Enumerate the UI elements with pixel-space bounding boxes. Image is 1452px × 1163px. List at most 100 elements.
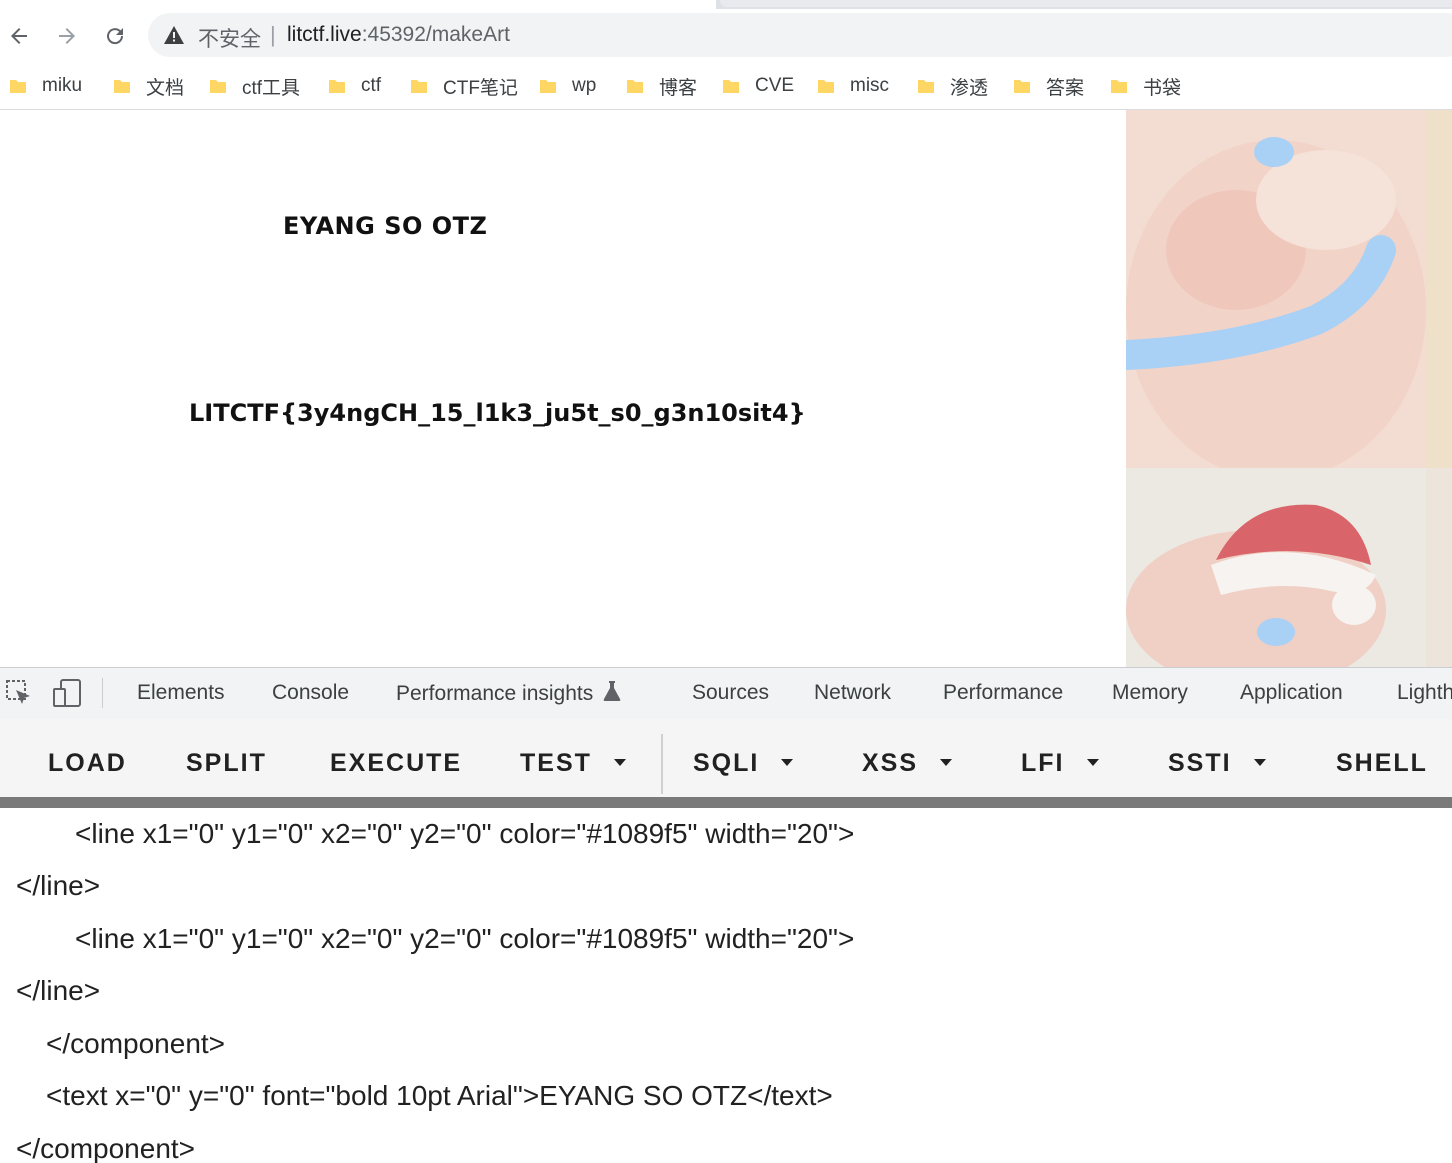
hackbar-divider [661, 734, 663, 794]
url-separator: | [270, 22, 276, 47]
tab-console[interactable]: Console [272, 681, 349, 705]
hackbar-toolbar: LOAD SPLIT EXECUTE TEST SQLI XSS LFI SST… [0, 719, 1452, 797]
back-button[interactable] [4, 21, 34, 51]
bookmark-folder[interactable]: wp [539, 72, 596, 100]
bookmark-folder[interactable]: ctf工具 [209, 72, 300, 100]
url-path: :45392/makeArt [361, 23, 510, 46]
dropdown-caret-icon [1086, 758, 1099, 766]
folder-icon [209, 77, 227, 95]
tab-performance[interactable]: Performance [943, 681, 1063, 705]
folder-icon [539, 77, 557, 95]
active-tab[interactable] [0, 0, 716, 9]
folder-icon [410, 77, 428, 95]
back-arrow-icon [11, 28, 27, 44]
reload-button[interactable] [100, 21, 130, 51]
folder-icon [1110, 77, 1128, 95]
folder-icon [917, 77, 935, 95]
bookmark-label: 渗透 [950, 77, 989, 99]
canvas-text-eyang: EYANG SO OTZ [283, 212, 488, 240]
address-bar[interactable]: 不安全 | litctf.live:45392/makeArt [148, 13, 1452, 57]
bookmark-folder[interactable]: 渗透 [917, 72, 988, 100]
bookmark-label: 文档 [146, 77, 185, 99]
bookmark-label: ctf [361, 75, 382, 96]
tab-performance-insights[interactable]: Performance insights [396, 681, 621, 706]
shell-button[interactable]: SHELL [1336, 749, 1428, 778]
inactive-tab[interactable] [720, 0, 1452, 7]
xss-button[interactable]: XSS [862, 749, 953, 778]
canvas-flag-text: LITCTF{3y4ngCH_15_l1k3_ju5t_s0_g3n10sit4… [189, 399, 806, 427]
tab-elements[interactable]: Elements [137, 681, 225, 705]
bookmark-folder[interactable]: CTF笔记 [410, 72, 518, 100]
folder-icon [328, 77, 346, 95]
split-button[interactable]: SPLIT [186, 749, 267, 778]
device-toolbar-icon[interactable] [52, 678, 82, 708]
folder-icon [722, 77, 740, 95]
bookmark-label: 书袋 [1143, 77, 1182, 99]
cat-photo-image [1126, 110, 1452, 667]
folder-icon [113, 77, 131, 95]
folder-icon [1013, 77, 1031, 95]
dropdown-caret-icon [781, 758, 794, 766]
ssti-button[interactable]: SSTI [1168, 749, 1266, 778]
sqli-button[interactable]: SQLI [693, 749, 794, 778]
tab-memory[interactable]: Memory [1112, 681, 1188, 705]
tab-network[interactable]: Network [814, 681, 891, 705]
dropdown-caret-icon [1253, 758, 1266, 766]
toolbar-divider [102, 678, 103, 708]
tab-strip [0, 0, 1452, 9]
xss-label: XSS [862, 749, 919, 777]
code-line: <line x1="0" y1="0" x2="0" y2="0" color=… [75, 818, 855, 849]
test-label: TEST [520, 749, 592, 777]
security-label[interactable]: 不安全 [198, 23, 261, 53]
page-content: EYANG SO OTZ LITCTF{3y4ngCH_15_l1k3_ju5t… [0, 110, 1452, 667]
flask-icon [603, 681, 621, 701]
bookmark-label: CVE [755, 75, 795, 96]
code-line: </component> [46, 1028, 226, 1059]
forward-arrow-icon [59, 28, 75, 44]
tab-application[interactable]: Application [1240, 681, 1343, 705]
bookmark-folder[interactable]: miku [9, 72, 82, 100]
url-text[interactable]: litctf.live:45392/makeArt [287, 23, 510, 47]
bookmarks-bar: miku 文档 ctf工具 ctf CTF笔记 wp 博客 CVE misc 渗… [0, 63, 1452, 110]
folder-icon [626, 77, 644, 95]
bookmark-label: CTF笔记 [443, 77, 518, 99]
request-body-editor[interactable]: <line x1="0" y1="0" x2="0" y2="0" color=… [0, 808, 1452, 1163]
code-line: <line x1="0" y1="0" x2="0" y2="0" color=… [75, 923, 855, 954]
execute-button[interactable]: EXECUTE [330, 749, 462, 778]
code-line: <text x="0" y="0" font="bold 10pt Arial"… [46, 1080, 833, 1111]
bookmark-label: wp [572, 75, 597, 96]
folder-icon [9, 77, 27, 95]
devtools-tabbar: Elements Console Performance insights So… [0, 667, 1452, 720]
url-host: litctf.live [287, 23, 362, 46]
tab-lighthouse[interactable]: Lighth [1397, 681, 1452, 705]
bookmark-folder[interactable]: misc [817, 72, 889, 100]
ssti-label: SSTI [1168, 749, 1232, 777]
test-button[interactable]: TEST [520, 749, 626, 778]
tab-sources[interactable]: Sources [692, 681, 769, 705]
bookmark-folder[interactable]: 答案 [1013, 72, 1084, 100]
reload-icon [107, 28, 124, 45]
bookmark-label: miku [42, 75, 83, 96]
bookmark-folder[interactable]: 文档 [113, 72, 184, 100]
bookmark-folder[interactable]: 书袋 [1110, 72, 1181, 100]
dropdown-caret-icon [940, 758, 953, 766]
code-line: </line> [16, 975, 101, 1006]
bookmark-folder[interactable]: CVE [722, 72, 794, 100]
tab-performance-insights-label: Performance insights [396, 682, 594, 705]
dropdown-caret-icon [613, 758, 626, 766]
folder-icon [817, 77, 835, 95]
browser-toolbar: 不安全 | litctf.live:45392/makeArt [0, 9, 1452, 63]
bookmark-folder[interactable]: 博客 [626, 72, 697, 100]
bookmark-label: misc [850, 75, 890, 96]
bookmark-label: 答案 [1046, 77, 1085, 99]
lfi-label: LFI [1021, 749, 1065, 777]
load-button[interactable]: LOAD [48, 749, 127, 778]
warning-icon[interactable] [164, 26, 184, 44]
inspect-element-icon[interactable] [6, 680, 32, 706]
lfi-button[interactable]: LFI [1021, 749, 1099, 778]
code-line: </component> [16, 1133, 196, 1163]
forward-button[interactable] [52, 21, 82, 51]
bookmark-label: ctf工具 [242, 77, 301, 99]
bookmark-folder[interactable]: ctf [328, 72, 381, 100]
panel-resize-divider[interactable] [0, 797, 1452, 808]
